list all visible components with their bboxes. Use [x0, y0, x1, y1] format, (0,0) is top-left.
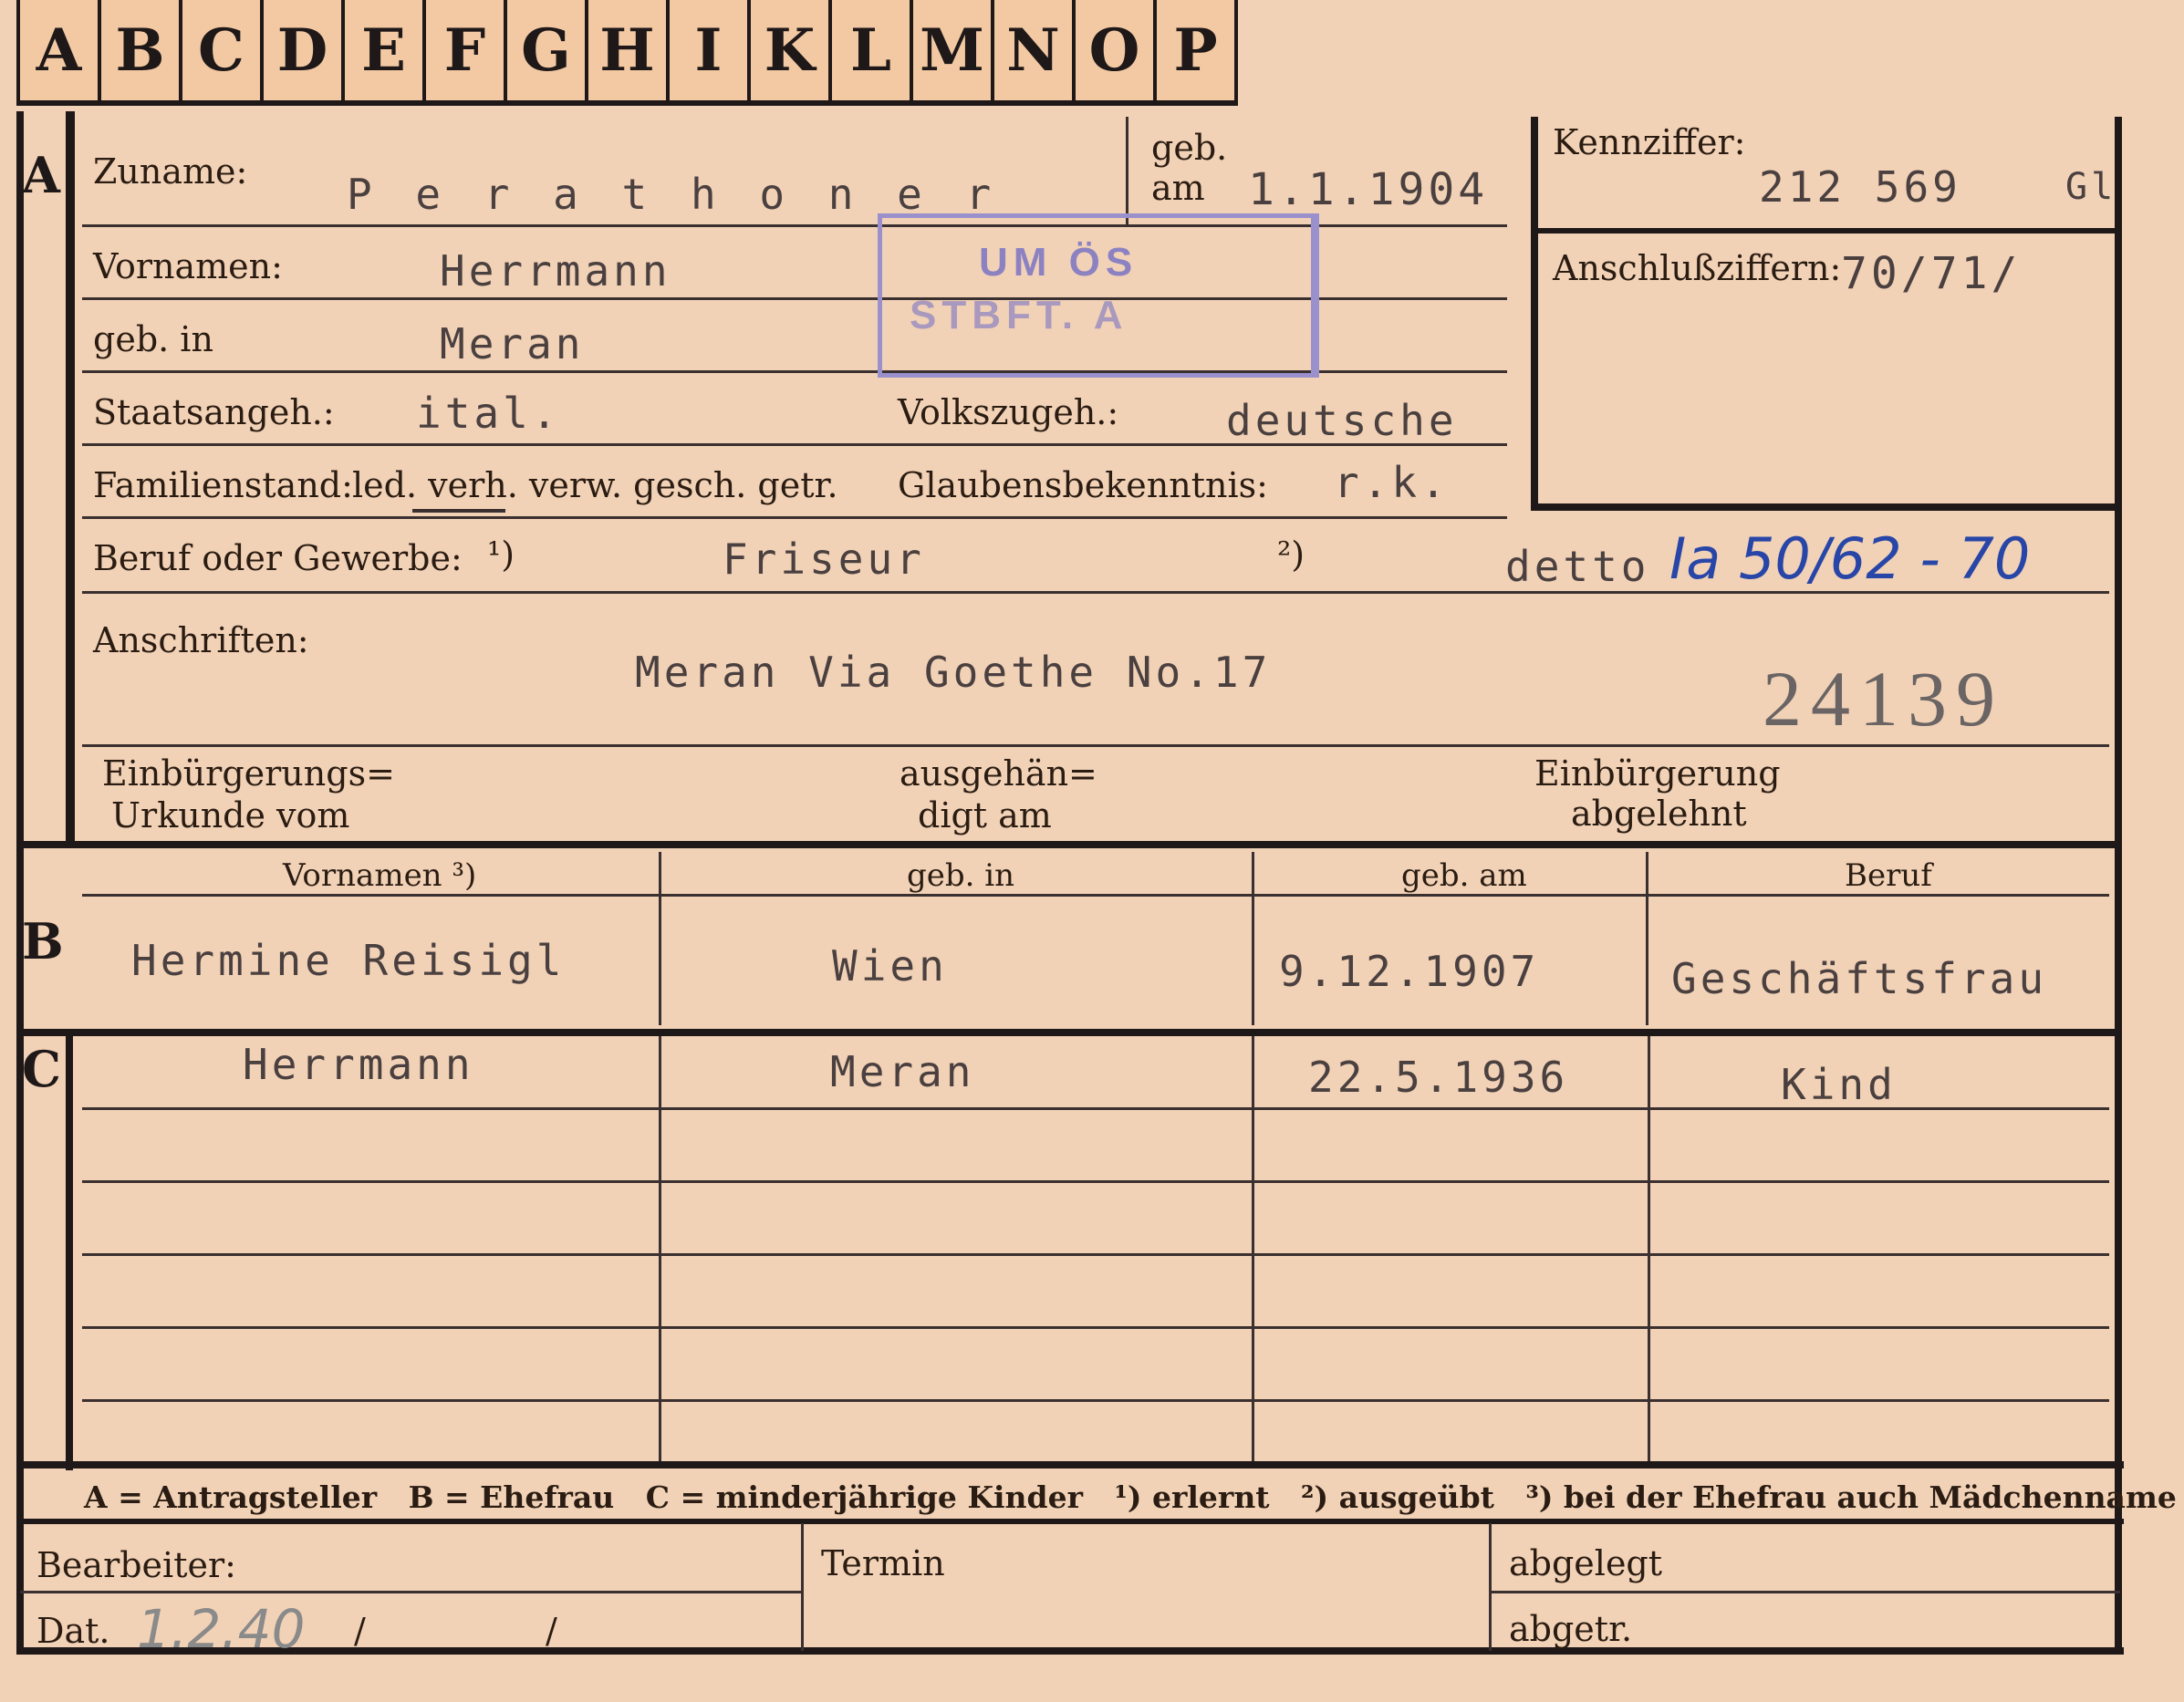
family-status-options: led. verh. verw. gesch. getr.	[352, 465, 838, 505]
header-born: geb. am	[1401, 857, 1527, 894]
code-label: Kennziffer:	[1553, 122, 1746, 162]
citizenship-value: ital.	[416, 389, 561, 438]
connection-value: 70/71/	[1841, 248, 2022, 299]
spouse-first-names: Hermine Reisigl	[131, 936, 566, 985]
tab-d: D	[260, 0, 341, 106]
ethnicity-label: Volkszugeh.:	[898, 392, 1119, 432]
stamped-number: 24139	[1763, 655, 2004, 742]
tab-c: C	[179, 0, 260, 106]
section-a-letter: A	[22, 146, 60, 204]
refused-label-1: Einbürgerung	[1534, 753, 1781, 794]
stamp-line-1: UM ÖS	[979, 240, 1139, 285]
header-occupation: Beruf	[1845, 857, 1932, 894]
first-names-label: Vornamen:	[93, 246, 283, 286]
section-b-letter: B	[22, 912, 64, 970]
occupation-note-1: ¹)	[487, 534, 515, 575]
citizenship-label: Staatsangeh.:	[93, 392, 335, 432]
tab-b: B	[98, 0, 179, 106]
handed-out-label-2: digt am	[918, 795, 1052, 835]
handed-out-label-1: ausgehän=	[900, 753, 1097, 794]
tab-g: G	[504, 0, 585, 106]
tab-l: L	[828, 0, 910, 106]
address-value: Meran Via Goethe No.17	[635, 648, 1272, 697]
occupation-value: Friseur	[723, 534, 925, 584]
child-birthplace: Meran	[830, 1047, 975, 1096]
occupation-practiced: detto	[1505, 542, 1650, 591]
header-first-names: Vornamen ³)	[283, 857, 477, 894]
deadline-label: Termin	[821, 1543, 945, 1583]
spouse-birthplace: Wien	[832, 941, 948, 991]
date-label: Dat.	[36, 1611, 110, 1651]
filed-label: abgelegt	[1509, 1543, 1663, 1583]
tab-o: O	[1072, 0, 1153, 106]
ethnicity-value: deutsche	[1226, 396, 1458, 445]
spouse-occupation: Geschäftsfrau	[1671, 954, 2048, 1003]
child-born: 22.5.1936	[1308, 1053, 1569, 1102]
sent-label: abgetr.	[1509, 1609, 1633, 1649]
birthplace-label: geb. in	[93, 319, 213, 359]
file-reference: Ia 50/62 - 70	[1669, 525, 2031, 592]
religion-value: r.k.	[1334, 458, 1450, 507]
address-label: Anschriften:	[93, 620, 309, 660]
tab-f: F	[422, 0, 504, 106]
connection-label: Anschlußziffern:	[1553, 248, 1842, 288]
tab-e: E	[341, 0, 422, 106]
religion-label: Glaubensbekenntnis:	[898, 465, 1268, 505]
tab-n: N	[991, 0, 1072, 106]
naturalization-doc-label-2: Urkunde vom	[111, 795, 350, 835]
family-status-label: Familienstand:	[93, 465, 353, 505]
tab-p: P	[1153, 0, 1238, 106]
child-first-names: Herrmann	[243, 1040, 474, 1089]
naturalization-doc-label-1: Einbürgerungs=	[102, 753, 395, 794]
code-suffix: Gl	[2065, 166, 2117, 208]
child-occupation: Kind	[1781, 1060, 1897, 1109]
office-stamp: UM ÖS STBFT. A	[878, 213, 1319, 378]
header-birthplace: geb. in	[907, 857, 1015, 894]
legend: A = Antragsteller B = Ehefrau C = minder…	[84, 1479, 2177, 1515]
surname-label: Zuname:	[93, 151, 248, 192]
spouse-born: 9.12.1907	[1279, 947, 1540, 996]
date-slash-2: /	[546, 1611, 557, 1651]
occupation-note-2: ²)	[1277, 534, 1305, 575]
refused-label-2: abgelehnt	[1571, 794, 1747, 834]
born-label-1: geb.	[1151, 128, 1228, 168]
letter-tabs: ABCDEFGHIKLMNOP	[16, 0, 1238, 111]
born-label-2: am	[1151, 168, 1205, 208]
tab-h: H	[585, 0, 666, 106]
birthplace-value: Meran	[440, 319, 585, 368]
born-date: 1.1.1904	[1248, 164, 1489, 215]
surname-value: P e r a t h o n e r	[347, 170, 1001, 219]
tab-i: I	[666, 0, 747, 106]
first-names-value: Herrmann	[440, 246, 671, 296]
date-value: 1.2.40	[137, 1598, 306, 1660]
section-c-letter: C	[22, 1040, 61, 1098]
tab-a: A	[16, 0, 98, 106]
code-value: 212 569	[1759, 162, 1961, 212]
occupation-label: Beruf oder Gewerbe:	[93, 538, 463, 578]
stamp-line-2: STBFT. A	[910, 293, 1128, 337]
date-slash-1: /	[354, 1611, 366, 1651]
processor-label: Bearbeiter:	[36, 1545, 236, 1585]
tab-m: M	[910, 0, 991, 106]
tab-k: K	[747, 0, 828, 106]
